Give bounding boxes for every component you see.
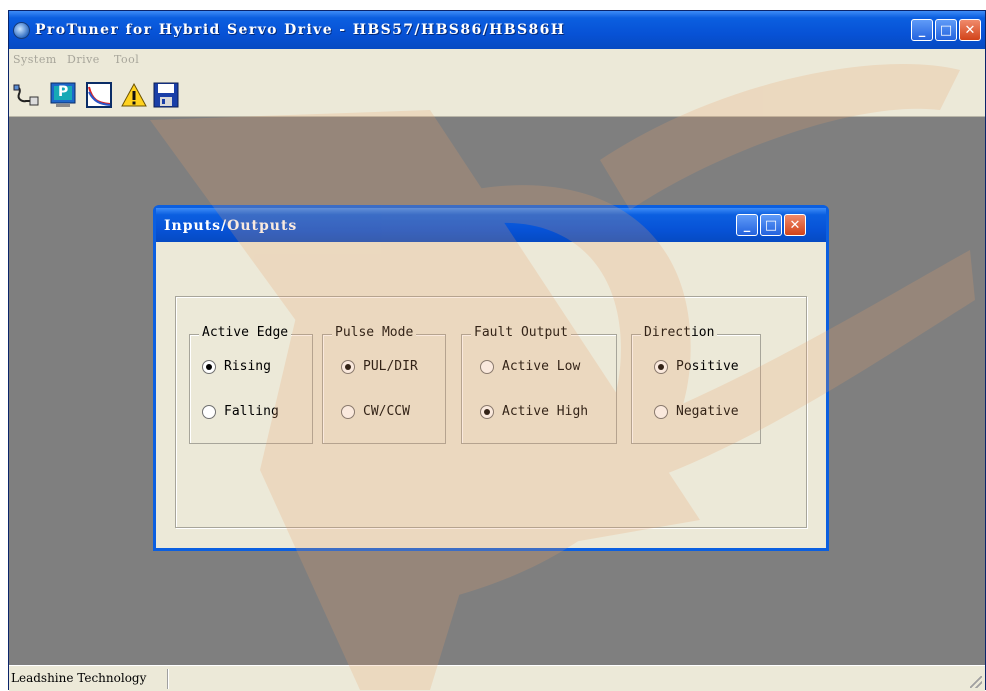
group-active-edge-label: Active Edge — [199, 325, 292, 340]
close-button[interactable]: ✕ — [959, 19, 981, 41]
resize-grip-icon[interactable] — [970, 676, 982, 688]
radio-active-high[interactable]: Active High — [480, 404, 588, 419]
group-fault-output: Fault Output Active Low Active High — [461, 325, 617, 444]
io-title-bar[interactable]: Inputs/Outputs _ □ ✕ — [156, 208, 826, 242]
status-separator — [167, 669, 169, 689]
radio-positive-indicator[interactable] — [654, 359, 668, 374]
group-pulse-mode: Pulse Mode PUL/DIR CW/CCW — [322, 325, 446, 444]
radio-falling-label[interactable]: Falling — [224, 404, 279, 419]
radio-rising[interactable]: Rising — [202, 359, 271, 374]
radio-active-low[interactable]: Active Low — [480, 359, 580, 374]
menu-bar: System Drive Tool — [9, 49, 985, 71]
connect-cable-icon[interactable] — [13, 82, 39, 108]
parameters-icon-label: P — [58, 84, 69, 100]
title-bar[interactable]: ProTuner for Hybrid Servo Drive - HBS57/… — [9, 11, 985, 49]
group-fault-output-label: Fault Output — [471, 325, 571, 340]
io-minimize-button[interactable]: _ — [736, 214, 758, 236]
status-text: Leadshine Technology — [11, 671, 147, 685]
inputs-outputs-window: Inputs/Outputs _ □ ✕ Active Edge Rising … — [153, 205, 829, 551]
radio-pul-dir[interactable]: PUL/DIR — [341, 359, 418, 374]
radio-positive-label[interactable]: Positive — [676, 359, 739, 374]
status-bar: Leadshine Technology — [9, 665, 985, 691]
io-window-title: Inputs/Outputs — [164, 218, 298, 234]
radio-positive[interactable]: Positive — [654, 359, 739, 374]
minimize-button[interactable]: _ — [911, 19, 933, 41]
maximize-button[interactable]: □ — [935, 19, 957, 41]
radio-falling-indicator[interactable] — [202, 404, 216, 419]
radio-rising-indicator[interactable] — [202, 359, 216, 374]
radio-active-low-label[interactable]: Active Low — [502, 359, 580, 374]
radio-cw-ccw[interactable]: CW/CCW — [341, 404, 410, 419]
menu-drive[interactable]: Drive — [67, 53, 100, 66]
group-active-edge: Active Edge Rising Falling — [189, 325, 313, 444]
oscilloscope-icon[interactable] — [86, 82, 112, 108]
parameters-icon[interactable]: P — [50, 82, 76, 108]
radio-active-low-indicator[interactable] — [480, 359, 494, 374]
radio-falling[interactable]: Falling — [202, 404, 279, 419]
io-maximize-button[interactable]: □ — [760, 214, 782, 236]
radio-negative[interactable]: Negative — [654, 404, 739, 419]
radio-cw-ccw-indicator[interactable] — [341, 404, 355, 419]
menu-tool[interactable]: Tool — [114, 53, 139, 66]
radio-active-high-label[interactable]: Active High — [502, 404, 588, 419]
save-icon[interactable] — [153, 82, 179, 108]
group-direction: Direction Positive Negative — [631, 325, 761, 444]
radio-negative-indicator[interactable] — [654, 404, 668, 419]
radio-pul-dir-indicator[interactable] — [341, 359, 355, 374]
toolbar: P — [9, 71, 985, 117]
group-direction-label: Direction — [641, 325, 718, 340]
radio-negative-label[interactable]: Negative — [676, 404, 739, 419]
radio-rising-label[interactable]: Rising — [224, 359, 271, 374]
window-title: ProTuner for Hybrid Servo Drive - HBS57/… — [35, 22, 566, 38]
app-icon[interactable] — [13, 22, 30, 39]
radio-active-high-indicator[interactable] — [480, 404, 494, 419]
io-close-button[interactable]: ✕ — [784, 214, 806, 236]
radio-pul-dir-label[interactable]: PUL/DIR — [363, 359, 418, 374]
radio-cw-ccw-label[interactable]: CW/CCW — [363, 404, 410, 419]
menu-system[interactable]: System — [13, 53, 57, 66]
group-pulse-mode-label: Pulse Mode — [332, 325, 417, 340]
warning-icon[interactable] — [121, 82, 147, 108]
